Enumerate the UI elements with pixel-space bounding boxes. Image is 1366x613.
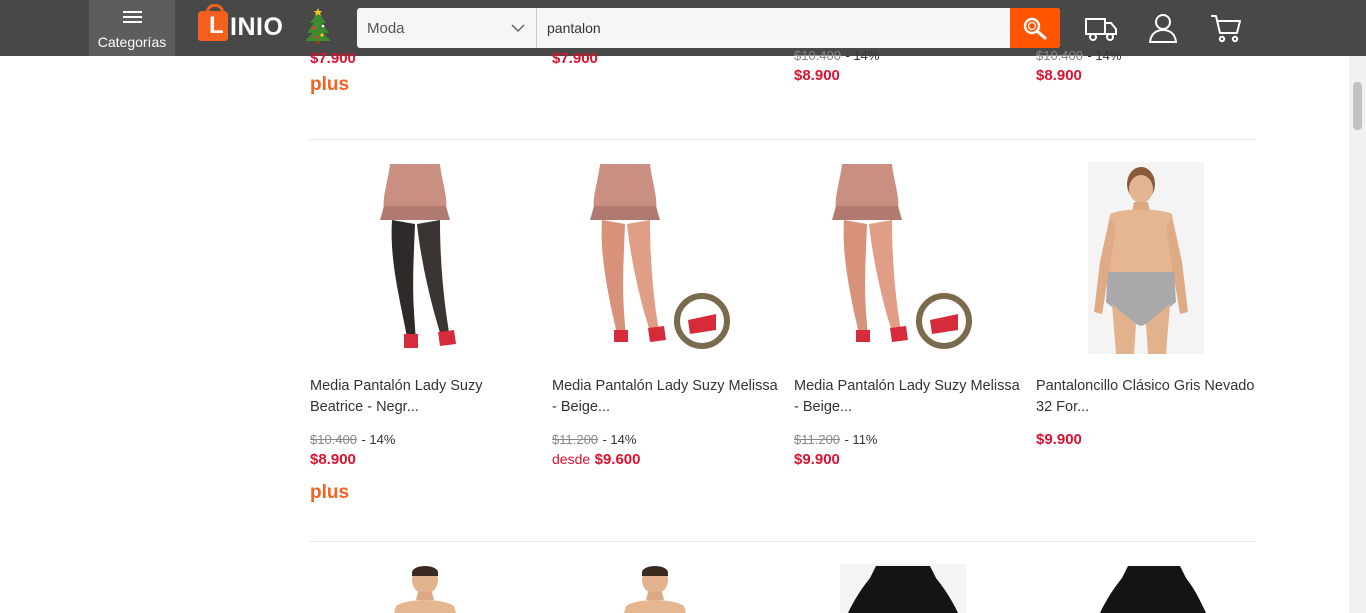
product-card[interactable]: Media Pantalón Lady Suzy Melissa - Beige…	[794, 162, 1024, 512]
price: $8.900	[794, 67, 840, 84]
price: $9.900	[794, 451, 840, 468]
old-price: $10.400	[310, 432, 357, 447]
product-card[interactable]: Media Pantalón Lady Suzy Melissa - Beige…	[552, 162, 782, 512]
search-bar: Moda	[357, 8, 1060, 48]
category-select[interactable]: Moda	[357, 8, 537, 48]
price: $9.900	[1036, 431, 1082, 448]
product-title-line1: Media Pantalón Lady Suzy	[310, 378, 483, 394]
product-card[interactable]: Pantaloncillo Clásico Gris Nevado 32 For…	[1036, 162, 1266, 512]
menu-icon	[123, 11, 142, 23]
price: $8.900	[1036, 67, 1082, 84]
discount: - 11%	[844, 432, 878, 447]
product-title-line2: - Beige...	[794, 399, 853, 415]
account-button[interactable]	[1145, 11, 1181, 45]
product-title-line1: Media Pantalón Lady Suzy Melissa	[552, 378, 778, 394]
discount: - 14%	[1087, 48, 1122, 62]
product-image[interactable]	[840, 564, 966, 613]
prev-product-2[interactable]: $7.900	[552, 50, 598, 68]
product-image[interactable]	[390, 564, 460, 613]
product-image[interactable]	[620, 564, 690, 613]
top-bar: Categorías L INIO Moda	[0, 0, 1366, 56]
prev-product-1[interactable]: $7.900 plus	[310, 50, 356, 96]
plus-badge: plus	[310, 74, 350, 95]
search-input[interactable]	[538, 8, 1010, 48]
shipping-button[interactable]	[1083, 11, 1119, 45]
christmas-tree-icon	[305, 8, 331, 44]
product-image	[832, 164, 972, 349]
price-prefix: desde	[552, 451, 591, 467]
old-price: $11.200	[552, 432, 599, 447]
discount: - 14%	[845, 48, 880, 62]
linio-logo[interactable]: L INIO	[198, 4, 338, 44]
row-divider	[310, 541, 1256, 542]
truck-icon	[1085, 18, 1117, 41]
search-button[interactable]	[1010, 8, 1060, 48]
product-image	[590, 164, 730, 349]
user-icon	[1148, 14, 1178, 43]
product-title-line2: 32 For...	[1036, 399, 1090, 415]
category-select-value: Moda	[367, 20, 405, 37]
product-card[interactable]: Media Pantalón Lady Suzy Beatrice - Negr…	[310, 162, 540, 512]
row-divider	[310, 139, 1256, 140]
price: $7.900	[552, 50, 598, 67]
logo-letter: L	[209, 12, 224, 39]
scrollbar-thumb[interactable]	[1353, 82, 1362, 130]
price: $8.900	[310, 451, 356, 468]
plus-badge: plus	[310, 482, 350, 503]
search-icon	[1023, 17, 1047, 40]
product-title-line1: Pantaloncillo Clásico Gris Nevado	[1036, 378, 1255, 394]
old-price: $11.200	[794, 432, 841, 447]
chevron-down-icon	[511, 24, 525, 33]
old-price: $10.400	[1036, 48, 1083, 62]
product-title-line1: Media Pantalón Lady Suzy Melissa	[794, 378, 1020, 394]
product-title-line2: - Beige...	[552, 399, 611, 415]
product-title-line2: Beatrice - Negr...	[310, 399, 419, 415]
prev-product-3[interactable]: $10.400 - 14% $8.900	[794, 48, 879, 85]
cart-icon	[1211, 15, 1241, 43]
product-image	[380, 164, 456, 348]
cart-button[interactable]	[1208, 11, 1244, 45]
price: $7.900	[310, 50, 356, 67]
categories-label: Categorías	[97, 34, 167, 50]
logo-word: INIO	[230, 13, 284, 41]
discount: - 14%	[602, 432, 637, 447]
vertical-scrollbar[interactable]	[1349, 56, 1366, 613]
price: $9.600	[594, 451, 641, 468]
old-price: $10.400	[794, 48, 841, 62]
product-image[interactable]	[1098, 564, 1208, 613]
categories-button[interactable]: Categorías	[89, 0, 175, 56]
product-image	[1088, 162, 1204, 354]
discount: - 14%	[361, 432, 396, 447]
prev-product-4[interactable]: $10.400 - 14% $8.900	[1036, 48, 1121, 85]
